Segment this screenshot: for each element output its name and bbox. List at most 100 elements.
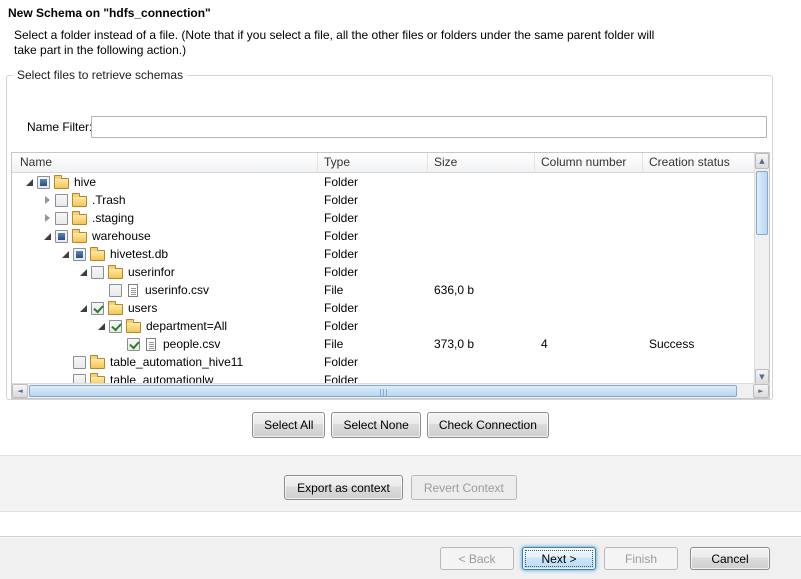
cell-type: File — [318, 283, 428, 297]
expander-spacer — [58, 355, 73, 369]
folder-icon — [90, 358, 105, 369]
row-checkbox[interactable] — [37, 176, 50, 189]
scroll-left-icon[interactable]: ◄ — [12, 384, 28, 398]
row-label: users — [128, 301, 157, 315]
row-checkbox[interactable] — [109, 320, 122, 333]
cell-name: .staging — [12, 209, 318, 227]
page-title: New Schema on "hdfs_connection" — [8, 6, 211, 20]
cancel-button[interactable]: Cancel — [690, 547, 770, 570]
cell-name: users — [12, 299, 318, 317]
cell-name: .Trash — [12, 191, 318, 209]
row-label: hivetest.db — [110, 247, 168, 261]
cell-type: Folder — [318, 211, 428, 225]
row-checkbox[interactable] — [73, 356, 86, 369]
next-button[interactable]: Next > — [522, 547, 596, 570]
cell-type: Folder — [318, 229, 428, 243]
row-label: hive — [74, 175, 96, 189]
folder-icon — [90, 250, 105, 261]
cell-name: people.csv — [12, 335, 318, 353]
row-label: department=All — [146, 319, 227, 333]
folder-icon — [72, 196, 87, 207]
back-button: < Back — [440, 547, 514, 570]
cell-name: department=All — [12, 317, 318, 335]
cell-name: userinfo.csv — [12, 281, 318, 299]
file-icon — [146, 338, 156, 351]
row-label: table_automation_hive11 — [110, 355, 243, 369]
row-checkbox[interactable] — [127, 338, 140, 351]
cell-name: userinfor — [12, 263, 318, 281]
cell-type: Folder — [318, 265, 428, 279]
select-all-button[interactable]: Select All — [252, 412, 325, 438]
select-none-button[interactable]: Select None — [331, 412, 420, 438]
select-files-group: Select files to retrieve schemas Name Fi… — [6, 68, 773, 400]
vertical-scrollbar[interactable]: ▲ ▼ — [754, 153, 769, 385]
table-row[interactable]: warehouse Folder — [12, 227, 756, 245]
column-header-type[interactable]: Type — [318, 153, 428, 173]
expander-icon[interactable] — [40, 229, 55, 243]
table-row[interactable]: people.csvFile373,0 b4Success — [12, 335, 756, 353]
scroll-right-icon[interactable]: ► — [753, 384, 769, 398]
cell-type: Folder — [318, 193, 428, 207]
column-header-column-number[interactable]: Column number — [535, 153, 643, 173]
horizontal-scrollbar-thumb[interactable] — [29, 385, 737, 397]
folder-icon — [54, 178, 69, 189]
table-row[interactable]: userinfo.csvFile636,0 b — [12, 281, 756, 299]
column-header-name[interactable]: Name — [12, 153, 318, 173]
folder-icon — [72, 214, 87, 225]
table-row[interactable]: table_automation_hive11Folder — [12, 353, 756, 371]
table-body: hiveFolder.TrashFolder.stagingFolderware… — [12, 173, 756, 385]
expander-icon[interactable] — [40, 211, 55, 225]
cell-size: 373,0 b — [428, 337, 535, 351]
expander-spacer — [94, 283, 109, 297]
column-header-creation-status[interactable]: Creation status — [643, 153, 756, 173]
row-checkbox[interactable] — [55, 194, 68, 207]
horizontal-scrollbar[interactable]: ◄ ► — [12, 383, 769, 398]
table-row[interactable]: .stagingFolder — [12, 209, 756, 227]
expander-icon[interactable] — [76, 301, 91, 315]
file-icon — [128, 284, 138, 297]
export-as-context-button[interactable]: Export as context — [284, 475, 403, 500]
cell-type: Folder — [318, 175, 428, 189]
cell-type: Folder — [318, 319, 428, 333]
cell-type: File — [318, 337, 428, 351]
folder-icon — [108, 304, 123, 315]
dialog-description: Select a folder instead of a file. (Note… — [14, 28, 678, 58]
scroll-up-icon[interactable]: ▲ — [755, 153, 769, 169]
cell-type: Folder — [318, 247, 428, 261]
table-row[interactable]: department=All Folder — [12, 317, 756, 335]
table-row[interactable]: hive Folder — [12, 173, 756, 191]
finish-button: Finish — [604, 547, 678, 570]
row-label: people.csv — [163, 337, 220, 351]
revert-context-button: Revert Context — [411, 475, 517, 500]
expander-icon[interactable] — [76, 265, 91, 279]
vertical-scrollbar-thumb[interactable] — [756, 171, 768, 235]
column-header-size[interactable]: Size — [428, 153, 535, 173]
cell-size: 636,0 b — [428, 283, 535, 297]
row-label: warehouse — [92, 229, 151, 243]
name-filter-label: Name Filter: — [27, 120, 92, 134]
row-checkbox[interactable] — [91, 302, 104, 315]
name-filter-input[interactable] — [91, 116, 767, 138]
expander-icon[interactable] — [94, 319, 109, 333]
table-header: Name Type Size Column number Creation st… — [12, 153, 756, 173]
expander-icon[interactable] — [40, 193, 55, 207]
group-title: Select files to retrieve schemas — [13, 68, 187, 82]
row-checkbox[interactable] — [55, 230, 68, 243]
row-label: userinfor — [128, 265, 175, 279]
table-row[interactable]: userinfor Folder — [12, 263, 756, 281]
selection-actions: Select All Select None Check Connection — [0, 412, 801, 442]
row-checkbox[interactable] — [55, 212, 68, 225]
check-connection-button[interactable]: Check Connection — [427, 412, 549, 438]
table-row[interactable]: .Trash Folder — [12, 191, 756, 209]
row-checkbox[interactable] — [73, 248, 86, 261]
schema-tree-table: Name Type Size Column number Creation st… — [11, 152, 770, 399]
folder-icon — [126, 322, 141, 333]
table-row[interactable]: hivetest.db Folder — [12, 245, 756, 263]
expander-icon[interactable] — [22, 175, 37, 189]
row-label: .Trash — [92, 193, 126, 207]
folder-icon — [108, 268, 123, 279]
row-checkbox[interactable] — [109, 284, 122, 297]
expander-icon[interactable] — [58, 247, 73, 261]
table-row[interactable]: usersFolder — [12, 299, 756, 317]
row-checkbox[interactable] — [91, 266, 104, 279]
